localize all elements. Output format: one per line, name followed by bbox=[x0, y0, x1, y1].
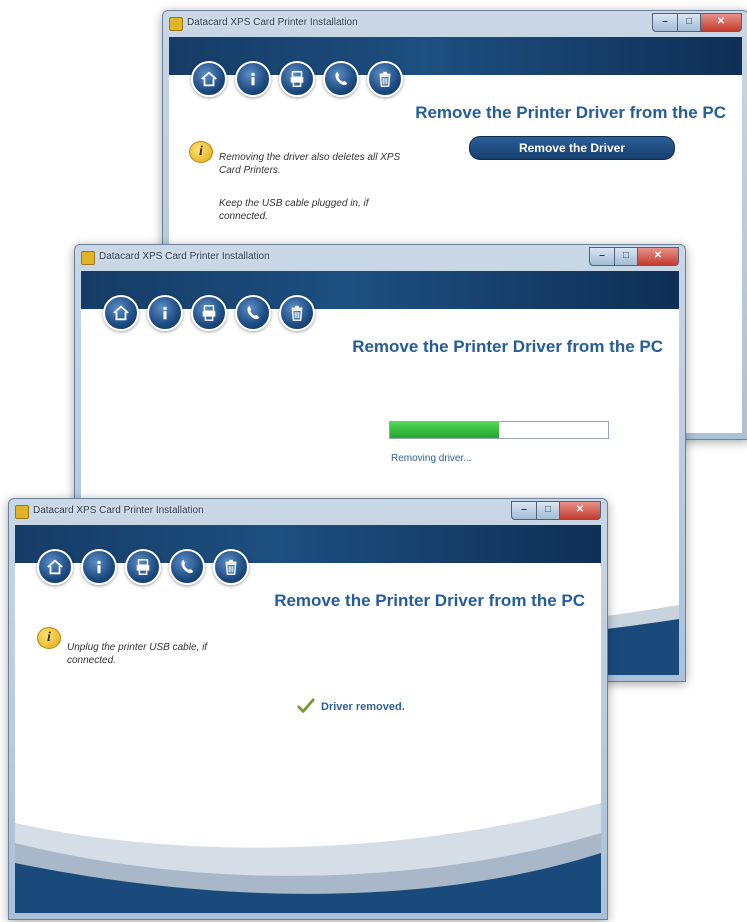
note-delete-printers: Removing the driver also deletes all XPS… bbox=[219, 152, 401, 176]
installer-window-removed: Datacard XPS Card Printer Installation –… bbox=[8, 498, 608, 920]
window-title: Datacard XPS Card Printer Installation bbox=[33, 505, 204, 516]
window-controls: – □ ✕ bbox=[589, 247, 679, 266]
minimize-button[interactable]: – bbox=[589, 247, 615, 266]
phone-icon[interactable] bbox=[323, 61, 359, 97]
trash-icon[interactable] bbox=[367, 61, 403, 97]
page-title: Remove the Printer Driver from the PC bbox=[415, 103, 726, 122]
home-icon[interactable] bbox=[37, 549, 73, 585]
note-keep-usb: Keep the USB cable plugged in, if connec… bbox=[219, 198, 369, 222]
nav-toolbar bbox=[37, 549, 249, 585]
info-icon[interactable] bbox=[235, 61, 271, 97]
title-bar[interactable]: Datacard XPS Card Printer Installation –… bbox=[75, 245, 685, 271]
info-icon: i bbox=[37, 627, 61, 649]
checkmark-icon bbox=[297, 698, 315, 713]
removal-progress-bar bbox=[389, 421, 609, 439]
close-button[interactable]: ✕ bbox=[701, 13, 742, 32]
minimize-button[interactable]: – bbox=[652, 13, 678, 32]
page-title: Remove the Printer Driver from the PC bbox=[352, 337, 663, 356]
minimize-button[interactable]: – bbox=[511, 501, 537, 520]
window-controls: – □ ✕ bbox=[511, 501, 601, 520]
maximize-button[interactable]: □ bbox=[537, 501, 560, 520]
nav-toolbar bbox=[103, 295, 315, 331]
close-button[interactable]: ✕ bbox=[638, 247, 679, 266]
page-title: Remove the Printer Driver from the PC bbox=[274, 591, 585, 610]
maximize-button[interactable]: □ bbox=[678, 13, 701, 32]
app-icon bbox=[81, 251, 95, 265]
phone-icon[interactable] bbox=[235, 295, 271, 331]
home-icon[interactable] bbox=[103, 295, 139, 331]
nav-toolbar bbox=[191, 61, 403, 97]
close-button[interactable]: ✕ bbox=[560, 501, 601, 520]
window-content: Remove the Printer Driver from the PC i … bbox=[15, 525, 601, 913]
home-icon[interactable] bbox=[191, 61, 227, 97]
maximize-button[interactable]: □ bbox=[615, 247, 638, 266]
window-controls: – □ ✕ bbox=[652, 13, 742, 32]
printer-icon[interactable] bbox=[191, 295, 227, 331]
app-icon bbox=[169, 17, 183, 31]
info-icon[interactable] bbox=[147, 295, 183, 331]
window-title: Datacard XPS Card Printer Installation bbox=[99, 251, 270, 262]
title-bar[interactable]: Datacard XPS Card Printer Installation –… bbox=[163, 11, 747, 37]
printer-icon[interactable] bbox=[279, 61, 315, 97]
footer-wave bbox=[15, 803, 601, 913]
progress-status: Removing driver... bbox=[391, 453, 472, 464]
completion-status: Driver removed. bbox=[321, 701, 405, 713]
phone-icon[interactable] bbox=[169, 549, 205, 585]
window-title: Datacard XPS Card Printer Installation bbox=[187, 17, 358, 28]
info-icon[interactable] bbox=[81, 549, 117, 585]
remove-driver-button[interactable]: Remove the Driver bbox=[469, 136, 675, 160]
trash-icon[interactable] bbox=[279, 295, 315, 331]
progress-fill bbox=[390, 422, 499, 438]
info-icon: i bbox=[189, 141, 213, 163]
app-icon bbox=[15, 505, 29, 519]
trash-icon[interactable] bbox=[213, 549, 249, 585]
title-bar[interactable]: Datacard XPS Card Printer Installation –… bbox=[9, 499, 607, 525]
printer-icon[interactable] bbox=[125, 549, 161, 585]
note-unplug-usb: Unplug the printer USB cable, if connect… bbox=[67, 642, 208, 666]
